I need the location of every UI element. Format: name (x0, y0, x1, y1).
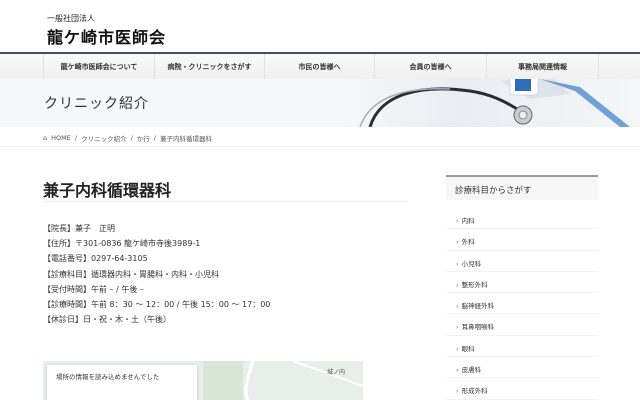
info-director: 【院長】兼子 正明 (43, 224, 115, 233)
logo-subtitle: 一般社団法人 (47, 14, 95, 23)
info-address: 【住所】〒301-0836 龍ケ崎市寺後3989-1 (43, 239, 201, 249)
sidebar-item-plastic-surgery[interactable]: 形成外科 (446, 378, 598, 400)
info-reception-hours: 【受付時間】午前 – / 午後 – (43, 284, 144, 294)
breadcrumb-home[interactable]: HOME (51, 134, 71, 142)
map-place-label: 城ノ内 (326, 369, 345, 376)
nav-find-clinic[interactable]: 病院・クリニックをさがす (155, 54, 265, 79)
nav-office[interactable]: 事務局関連情報 (487, 54, 599, 79)
breadcrumb: ⌂ HOME / クリニック紹介 / か行 / 兼子内科循環器科 (43, 133, 212, 143)
site-logo[interactable]: 一般社団法人 龍ケ崎市医師会 (47, 13, 166, 48)
breadcrumb-ka-row[interactable]: か行 (137, 133, 150, 143)
divider (0, 146, 640, 147)
page-hero: クリニック紹介 (0, 79, 640, 127)
sidebar-item-surgery[interactable]: 外科 (446, 229, 598, 251)
logo-title: 龍ケ崎市医師会 (47, 28, 167, 47)
map-error-message: 場所の情報を読み込めませんでした (47, 365, 197, 400)
sidebar-item-dermatology[interactable]: 皮膚科 (446, 357, 598, 379)
stethoscope-image (340, 79, 640, 127)
info-closed-days: 【休診日】日・祝・木・土（午後） (43, 315, 171, 325)
sidebar: 診療科目からさがす 内科 外科 小児科 整形外科 脳神経外科 耳鼻咽喉科 眼科 … (446, 175, 598, 400)
sidebar-item-neurosurgery[interactable]: 脳神経外科 (446, 293, 598, 315)
nav-members[interactable]: 会員の皆様へ (375, 54, 487, 79)
sidebar-item-internal[interactable]: 内科 (446, 208, 598, 230)
nav-about[interactable]: 龍ケ崎市医師会について (43, 54, 155, 79)
breadcrumb-separator: / (130, 134, 133, 142)
sidebar-item-ent[interactable]: 耳鼻咽喉科 (446, 314, 598, 336)
sidebar-item-pediatrics[interactable]: 小児科 (446, 251, 598, 272)
info-departments: 【診療科目】循環器内科・胃腸科・内科・小児科 (43, 269, 219, 279)
map-embed[interactable]: 場所の情報を読み込めませんでした 城ノ内 (43, 361, 363, 400)
breadcrumb-current: 兼子内科循環器科 (159, 135, 212, 143)
info-phone: 【電話番号】0297-64-3105 (43, 254, 148, 264)
info-consultation-hours: 【診療時間】午前 8：30 ～ 12：00 / 午後 15：00 ～ 17：00 (43, 300, 271, 310)
title-underline (43, 201, 408, 202)
sidebar-item-orthopedics[interactable]: 整形外科 (446, 272, 598, 294)
breadcrumb-separator: / (153, 134, 156, 142)
main-nav: 龍ケ崎市医師会について 病院・クリニックをさがす 市民の皆様へ 会員の皆様へ 事… (0, 52, 640, 79)
nav-citizens[interactable]: 市民の皆様へ (265, 54, 375, 79)
breadcrumb-clinic[interactable]: クリニック紹介 (81, 133, 127, 143)
clinic-info: 【院長】兼子 正明 【住所】〒301-0836 龍ケ崎市寺後3989-1 【電話… (43, 221, 270, 327)
breadcrumb-separator: / (74, 134, 78, 142)
department-list: 内科 外科 小児科 整形外科 脳神経外科 耳鼻咽喉科 眼科 皮膚科 形成外科 (446, 208, 598, 400)
page-title: 兼子内科循環器科 (43, 181, 172, 200)
sidebar-heading: 診療科目からさがす (446, 175, 598, 200)
home-icon: ⌂ (43, 134, 48, 142)
sidebar-item-ophthalmology[interactable]: 眼科 (446, 336, 598, 358)
hero-title: クリニック紹介 (44, 96, 149, 112)
